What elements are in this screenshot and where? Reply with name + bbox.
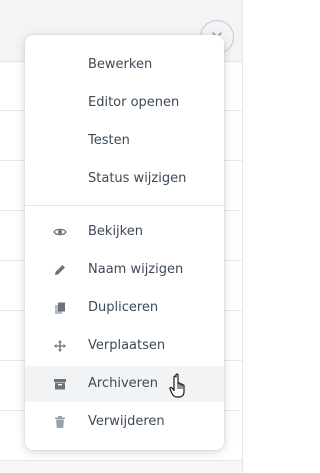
archive-box-icon bbox=[54, 379, 66, 390]
menu-item-dupliceren[interactable]: Dupliceren bbox=[25, 290, 224, 326]
copy-icon bbox=[55, 302, 65, 314]
eye-icon bbox=[53, 228, 67, 236]
menu-item-archiveren[interactable]: Archiveren bbox=[25, 366, 224, 402]
pencil-icon bbox=[55, 265, 65, 275]
menu-item-testen[interactable]: Testen bbox=[25, 123, 224, 159]
menu-item-bekijken[interactable]: Bekijken bbox=[25, 214, 224, 250]
table-footer bbox=[0, 460, 242, 473]
move-arrows-icon bbox=[54, 340, 66, 352]
menu-item-label: Bekijken bbox=[88, 224, 143, 239]
menu-item-verwijderen[interactable]: Verwijderen bbox=[25, 404, 224, 440]
menu-item-label: Verplaatsen bbox=[88, 338, 166, 353]
hand-pointer-cursor bbox=[169, 373, 185, 398]
menu-item-verplaatsen[interactable]: Verplaatsen bbox=[25, 328, 224, 364]
menu-item-label: Bewerken bbox=[88, 57, 153, 72]
menu-item-label: Archiveren bbox=[88, 376, 158, 391]
menu-item-label: Status wijzigen bbox=[88, 171, 187, 186]
menu-item-bewerken[interactable]: Bewerken bbox=[25, 47, 224, 83]
trash-icon bbox=[55, 416, 65, 428]
menu-item-editor-openen[interactable]: Editor openen bbox=[25, 85, 224, 121]
menu-item-label: Testen bbox=[88, 133, 130, 148]
column-divider bbox=[242, 0, 243, 472]
menu-item-label: Dupliceren bbox=[88, 300, 159, 315]
menu-item-status-wijzigen[interactable]: Status wijzigen bbox=[25, 161, 224, 197]
menu-item-label: Naam wijzigen bbox=[88, 262, 184, 277]
menu-divider bbox=[25, 205, 224, 206]
menu-item-label: Verwijderen bbox=[88, 414, 165, 429]
menu-item-naam-wijzigen[interactable]: Naam wijzigen bbox=[25, 252, 224, 288]
menu-item-label: Editor openen bbox=[88, 95, 180, 110]
actions-dropdown-menu: Bewerken Editor openen Testen Status wij… bbox=[25, 35, 224, 450]
